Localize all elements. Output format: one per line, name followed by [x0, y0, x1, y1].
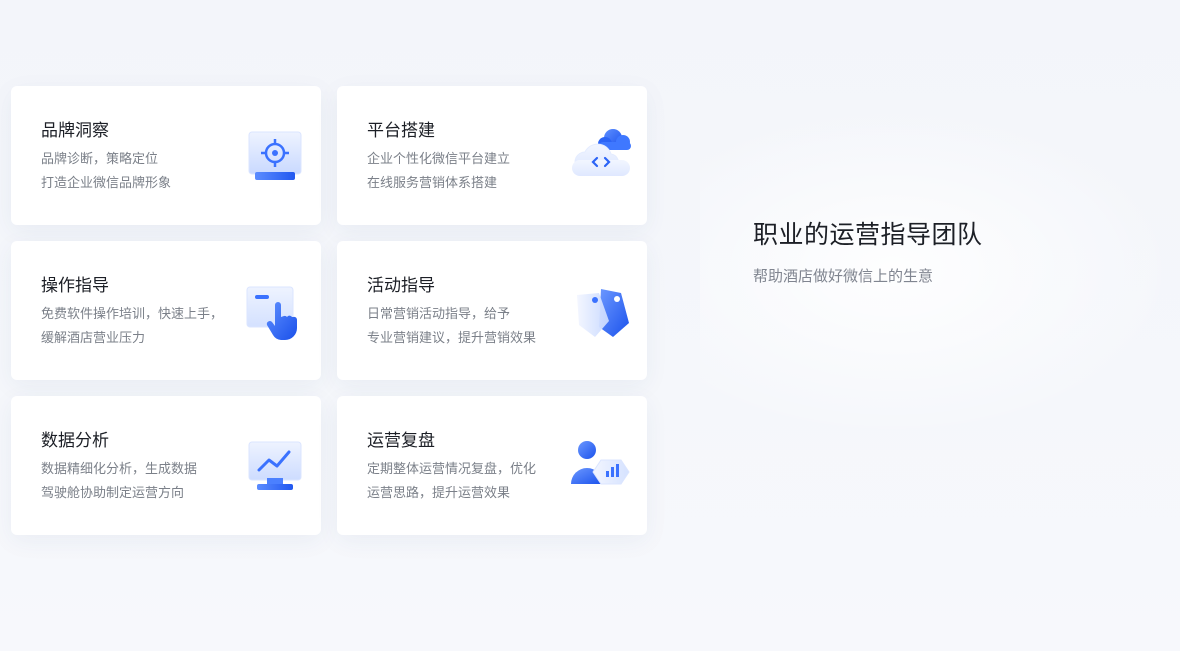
service-card-activity-guide[interactable]: 活动指导 日常营销活动指导，给予 专业营销建议，提升营销效果 [337, 241, 647, 380]
user-chart-icon [571, 438, 631, 498]
cloud-code-icon [569, 124, 633, 184]
service-card-operation-review[interactable]: 运营复盘 定期整体运营情况复盘，优化 运营思路，提升运营效果 [337, 396, 647, 535]
target-monitor-icon [245, 128, 305, 188]
hand-click-icon [245, 283, 305, 343]
hero-section: 职业的运营指导团队 帮助酒店做好微信上的生意 [753, 218, 983, 286]
service-card-platform-build[interactable]: 平台搭建 企业个性化微信平台建立 在线服务营销体系搭建 [337, 86, 647, 225]
tag-icon [571, 283, 631, 343]
service-card-operation-guide[interactable]: 操作指导 免费软件操作培训，快速上手， 缓解酒店营业压力 [11, 241, 321, 380]
hero-title: 职业的运营指导团队 [753, 220, 983, 249]
service-card-brand-insight[interactable]: 品牌洞察 品牌诊断，策略定位 打造企业微信品牌形象 [11, 86, 321, 225]
hero-subtitle: 帮助酒店做好微信上的生意 [753, 267, 934, 285]
service-card-grid: 品牌洞察 品牌诊断，策略定位 打造企业微信品牌形象 平台搭建 企业个性化微信平台… [11, 86, 647, 535]
service-card-data-analysis[interactable]: 数据分析 数据精细化分析，生成数据 驾驶舱协助制定运营方向 [11, 396, 321, 535]
chart-monitor-icon [245, 438, 305, 498]
